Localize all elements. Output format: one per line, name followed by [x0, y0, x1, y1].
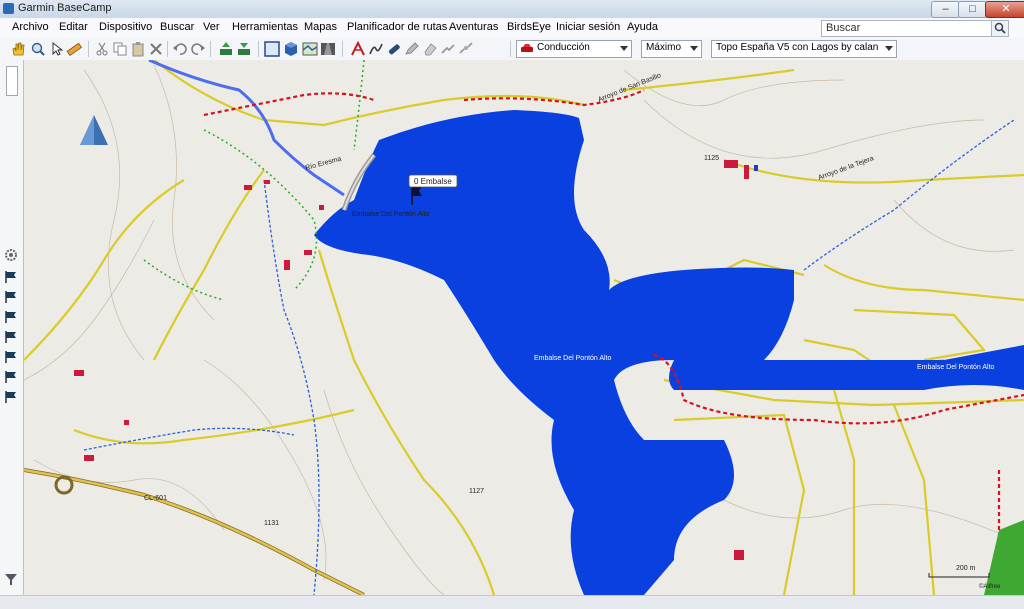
eraser-icon[interactable] [422, 41, 438, 57]
reservoir-label: Embalse Del Pontón Alto [917, 364, 995, 371]
undo-icon[interactable] [172, 41, 188, 57]
maximize-button[interactable]: □ [958, 1, 987, 18]
detail-value: Máximo [646, 42, 682, 53]
map-canvas[interactable]: 0 Embalse Embalse Del Pontón Alto Embals… [24, 60, 1024, 595]
window-title: Garmin BaseCamp [18, 2, 112, 14]
map-product-select[interactable]: Topo España V5 con Lagos by calan [711, 40, 897, 58]
stream-label: Arroyo de la Tejera [817, 155, 875, 182]
menu-iniciar-sesion[interactable]: Iniciar sesión [556, 21, 620, 33]
elevation-label: 1125 [704, 155, 719, 162]
app-icon [3, 3, 14, 14]
gear-icon[interactable] [4, 248, 18, 262]
2d-map-icon[interactable] [264, 41, 280, 57]
chevron-down-icon [690, 46, 698, 51]
minimize-icon: – [942, 3, 949, 15]
send-to-device-icon[interactable] [218, 41, 234, 57]
toolbar: Conducción Máximo Topo España V5 con Lag… [0, 38, 1024, 61]
new-route-icon[interactable] [350, 41, 366, 57]
status-bar [0, 595, 1024, 609]
measure-icon[interactable] [66, 41, 82, 57]
title-bar: Garmin BaseCamp – □ ✕ [0, 0, 1024, 19]
detail-select[interactable]: Máximo [641, 40, 702, 58]
chevron-down-icon [885, 46, 893, 51]
menu-mapas[interactable]: Mapas [304, 21, 337, 33]
zoom-icon[interactable] [30, 41, 46, 57]
menu-planificador[interactable]: Planificador de rutas [347, 21, 447, 33]
new-track-icon[interactable] [368, 41, 384, 57]
close-button[interactable]: ✕ [985, 1, 1024, 18]
delete-icon[interactable] [148, 41, 164, 57]
scale-label: 200 m [956, 565, 976, 572]
maximize-icon: □ [969, 3, 976, 15]
paste-icon[interactable] [130, 41, 146, 57]
map-svg[interactable]: 0 Embalse Embalse Del Pontón Alto Embals… [24, 60, 1024, 595]
split-icon[interactable] [458, 41, 474, 57]
filter-icon[interactable] [4, 572, 18, 586]
panel-splitter[interactable] [6, 66, 18, 96]
search-placeholder: Buscar [826, 22, 861, 34]
menu-dispositivo[interactable]: Dispositivo [99, 21, 152, 33]
waypoint-label: 0 Embalse [414, 177, 452, 186]
trails [143, 60, 365, 301]
redo-icon[interactable] [190, 41, 206, 57]
flag-icon[interactable] [4, 290, 18, 304]
menu-herramientas[interactable]: Herramientas [232, 21, 298, 33]
menu-editar[interactable]: Editar [59, 21, 88, 33]
menu-buscar[interactable]: Buscar [160, 21, 194, 33]
reservoir-label: Embalse Del Pontón Alto [352, 211, 430, 218]
search-button[interactable] [991, 20, 1009, 37]
flag-icon[interactable] [4, 350, 18, 364]
join-icon[interactable] [440, 41, 456, 57]
map-credit: ©Allfree [979, 583, 1001, 590]
road-view-icon[interactable] [320, 41, 336, 57]
search-input[interactable]: Buscar [821, 20, 992, 37]
elevation-label: 1127 [469, 488, 484, 495]
menu-birdseye[interactable]: BirdsEye [507, 21, 551, 33]
menu-aventuras[interactable]: Aventuras [449, 21, 498, 33]
river-label: Río Eresma [305, 156, 343, 172]
highway [24, 468, 365, 595]
profile-select[interactable]: Conducción [516, 40, 632, 58]
hand-icon[interactable] [10, 41, 26, 57]
menu-ver[interactable]: Ver [203, 21, 220, 33]
menu-archivo[interactable]: Archivo [12, 21, 49, 33]
river [148, 60, 345, 197]
cut-icon[interactable] [94, 41, 110, 57]
blue-marker [754, 165, 758, 171]
waypoint-icon[interactable] [386, 41, 402, 57]
map-product-value: Topo España V5 con Lagos by calan [716, 42, 879, 53]
reservoir-label: Embalse Del Pontón Alto [534, 355, 612, 362]
map-view-icon[interactable] [302, 41, 318, 57]
edit-icon[interactable] [404, 41, 420, 57]
close-icon: ✕ [1001, 3, 1011, 15]
chevron-down-icon [620, 46, 628, 51]
library-panel [0, 60, 24, 595]
flag-icon[interactable] [4, 270, 18, 284]
flag-icon[interactable] [4, 390, 18, 404]
road-label: CL-601 [144, 495, 167, 502]
minimize-button[interactable]: – [931, 1, 960, 18]
car-icon [521, 44, 533, 52]
flag-icon[interactable] [4, 330, 18, 344]
copy-icon[interactable] [112, 41, 128, 57]
north-arrow-icon [80, 115, 108, 145]
3d-map-icon[interactable] [283, 41, 299, 57]
flag-icon[interactable] [4, 370, 18, 384]
flag-icon[interactable] [4, 310, 18, 324]
profile-value: Conducción [537, 42, 590, 53]
search-icon [994, 22, 1006, 34]
receive-from-device-icon[interactable] [236, 41, 252, 57]
select-icon[interactable] [49, 41, 65, 57]
elevation-label: 1131 [264, 520, 279, 527]
menu-ayuda[interactable]: Ayuda [627, 21, 658, 33]
scale-bar [928, 573, 990, 578]
